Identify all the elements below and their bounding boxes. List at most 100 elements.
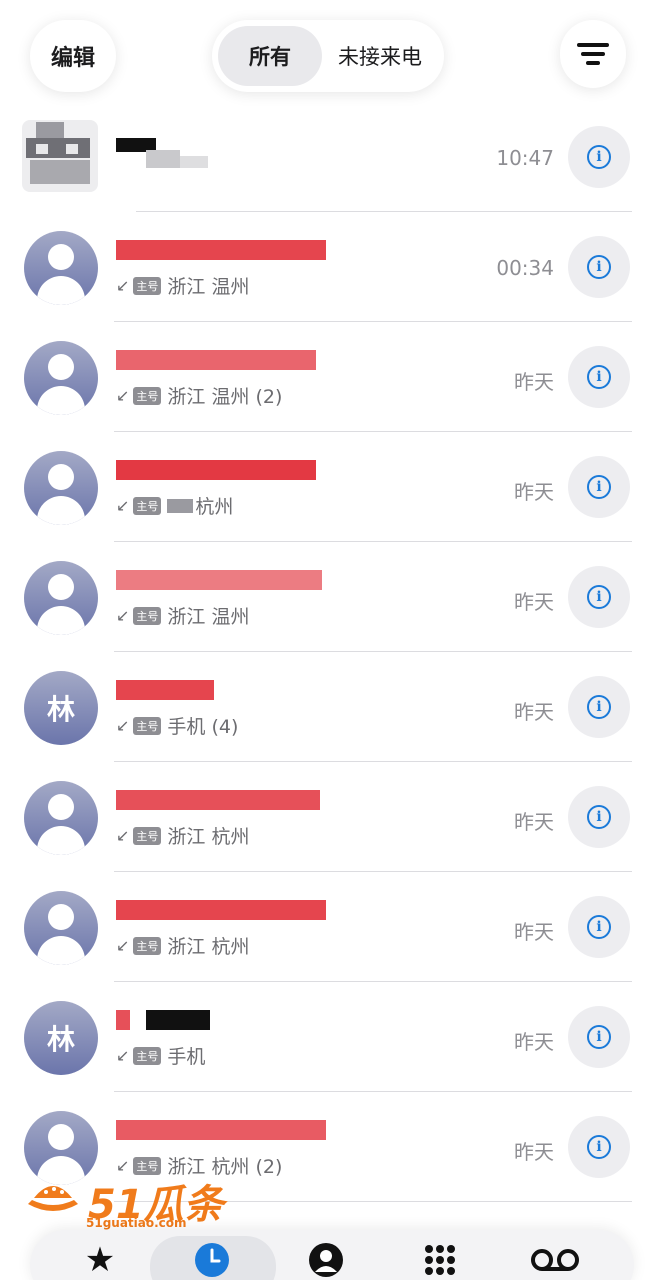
contact-name-redacted <box>116 238 326 262</box>
tab-bar: ★ <box>30 1230 634 1280</box>
avatar-initial: 林 <box>24 671 98 745</box>
call-location: 浙江 杭州 <box>167 936 250 958</box>
filter-lines-icon <box>577 43 609 65</box>
watermark: 51瓜条 51guatiao.com <box>22 1172 232 1232</box>
call-row[interactable]: 10:47 i <box>0 102 654 212</box>
incoming-arrow-icon: ↙ <box>116 276 130 295</box>
keypad-grid-icon <box>425 1245 455 1275</box>
info-button[interactable]: i <box>568 896 630 958</box>
tab-keypad[interactable] <box>420 1240 460 1280</box>
incoming-arrow-icon: ↙ <box>116 606 130 625</box>
info-button[interactable]: i <box>568 456 630 518</box>
call-row[interactable]: 林 ↙ 主号 手机 (4) 昨天 i <box>0 652 654 762</box>
contact-name-redacted <box>116 1008 326 1032</box>
call-row[interactable]: ↙ 主号 浙江 温州 00:34 i <box>0 212 654 322</box>
info-icon: i <box>587 915 611 939</box>
contact-name-redacted <box>116 898 326 922</box>
avatar-person-icon <box>24 451 98 525</box>
info-icon: i <box>587 585 611 609</box>
sim-badge: 主号 <box>133 936 162 955</box>
segment-all[interactable]: 所有 <box>218 26 322 86</box>
sim-badge: 主号 <box>133 276 162 295</box>
redaction-block <box>167 498 194 513</box>
info-icon: i <box>587 695 611 719</box>
sim-badge: 主号 <box>133 716 162 735</box>
call-location: 手机 <box>167 1046 206 1068</box>
call-time: 昨天 <box>514 920 554 944</box>
call-row[interactable]: ↙ 主号 杭州 昨天 i <box>0 432 654 542</box>
info-icon: i <box>587 1135 611 1159</box>
call-row[interactable]: 林 ↙ 主号 手机 昨天 i <box>0 982 654 1092</box>
info-button[interactable]: i <box>568 346 630 408</box>
sim-badge: 主号 <box>133 496 162 515</box>
sim-badge: 主号 <box>133 826 162 845</box>
contacts-person-icon <box>309 1243 343 1277</box>
voicemail-icon <box>531 1249 579 1271</box>
tab-recents[interactable] <box>192 1240 232 1280</box>
filter-button[interactable] <box>560 20 626 88</box>
info-icon: i <box>587 475 611 499</box>
call-row[interactable]: ↙ 主号 浙江 温州 昨天 i <box>0 542 654 652</box>
call-time: 昨天 <box>514 1140 554 1164</box>
call-time: 10:47 <box>496 146 554 170</box>
call-location: 杭州 <box>195 496 234 518</box>
sim-badge: 主号 <box>133 606 162 625</box>
info-icon: i <box>587 145 611 169</box>
avatar-person-icon <box>24 781 98 855</box>
contact-name-redacted <box>116 128 326 168</box>
call-location: 浙江 温州 <box>167 606 250 628</box>
call-subtitle: ↙ 主号 手机 (4) <box>116 712 238 739</box>
info-button[interactable]: i <box>568 676 630 738</box>
top-bar: 编辑 所有 未接来电 <box>0 0 654 110</box>
contact-name-redacted <box>116 458 326 482</box>
call-subtitle: ↙ 主号 浙江 杭州 <box>116 932 249 959</box>
favorites-star-icon: ★ <box>84 1240 116 1280</box>
call-subtitle: ↙ 主号 浙江 杭州 <box>116 822 249 849</box>
avatar-person-icon <box>24 341 98 415</box>
avatar-person-icon <box>24 561 98 635</box>
edit-button[interactable]: 编辑 <box>30 20 116 92</box>
incoming-arrow-icon: ↙ <box>116 826 130 845</box>
info-button[interactable]: i <box>568 236 630 298</box>
info-button[interactable]: i <box>568 126 630 188</box>
call-time: 昨天 <box>514 590 554 614</box>
sim-badge: 主号 <box>133 1046 162 1065</box>
incoming-arrow-icon: ↙ <box>116 386 130 405</box>
call-subtitle: ↙ 主号 浙江 温州 (2) <box>116 382 282 409</box>
avatar-person-icon <box>24 231 98 305</box>
tab-favorites[interactable]: ★ <box>80 1240 120 1280</box>
call-location: 浙江 温州 <box>167 276 250 298</box>
sim-badge: 主号 <box>133 386 162 405</box>
call-time: 昨天 <box>514 810 554 834</box>
info-icon: i <box>587 805 611 829</box>
call-row[interactable]: ↙ 主号 浙江 杭州 昨天 i <box>0 872 654 982</box>
info-button[interactable]: i <box>568 566 630 628</box>
contact-name-redacted <box>116 788 326 812</box>
call-row[interactable]: ↙ 主号 浙江 杭州 昨天 i <box>0 762 654 872</box>
avatar-pixelated <box>22 120 98 192</box>
contact-name-redacted <box>116 348 326 372</box>
info-button[interactable]: i <box>568 1116 630 1178</box>
info-icon: i <box>587 255 611 279</box>
segment-missed[interactable]: 未接来电 <box>322 26 438 86</box>
contact-name-redacted <box>116 568 326 592</box>
info-button[interactable]: i <box>568 1006 630 1068</box>
info-icon: i <box>587 365 611 389</box>
info-button[interactable]: i <box>568 786 630 848</box>
tab-contacts[interactable] <box>306 1240 346 1280</box>
watermark-url: 51guatiao.com <box>86 1216 187 1230</box>
tab-voicemail[interactable] <box>530 1240 580 1280</box>
recents-clock-icon <box>195 1243 229 1277</box>
call-time: 00:34 <box>496 256 554 280</box>
incoming-arrow-icon: ↙ <box>116 716 130 735</box>
call-location: 浙江 温州 (2) <box>167 386 283 408</box>
call-time: 昨天 <box>514 700 554 724</box>
contact-name-redacted <box>116 678 326 702</box>
call-time: 昨天 <box>514 370 554 394</box>
call-location: 手机 (4) <box>167 716 239 738</box>
call-subtitle: ↙ 主号 杭州 <box>116 492 233 519</box>
incoming-arrow-icon: ↙ <box>116 936 130 955</box>
call-time: 昨天 <box>514 480 554 504</box>
info-icon: i <box>587 1025 611 1049</box>
call-row[interactable]: ↙ 主号 浙江 温州 (2) 昨天 i <box>0 322 654 432</box>
